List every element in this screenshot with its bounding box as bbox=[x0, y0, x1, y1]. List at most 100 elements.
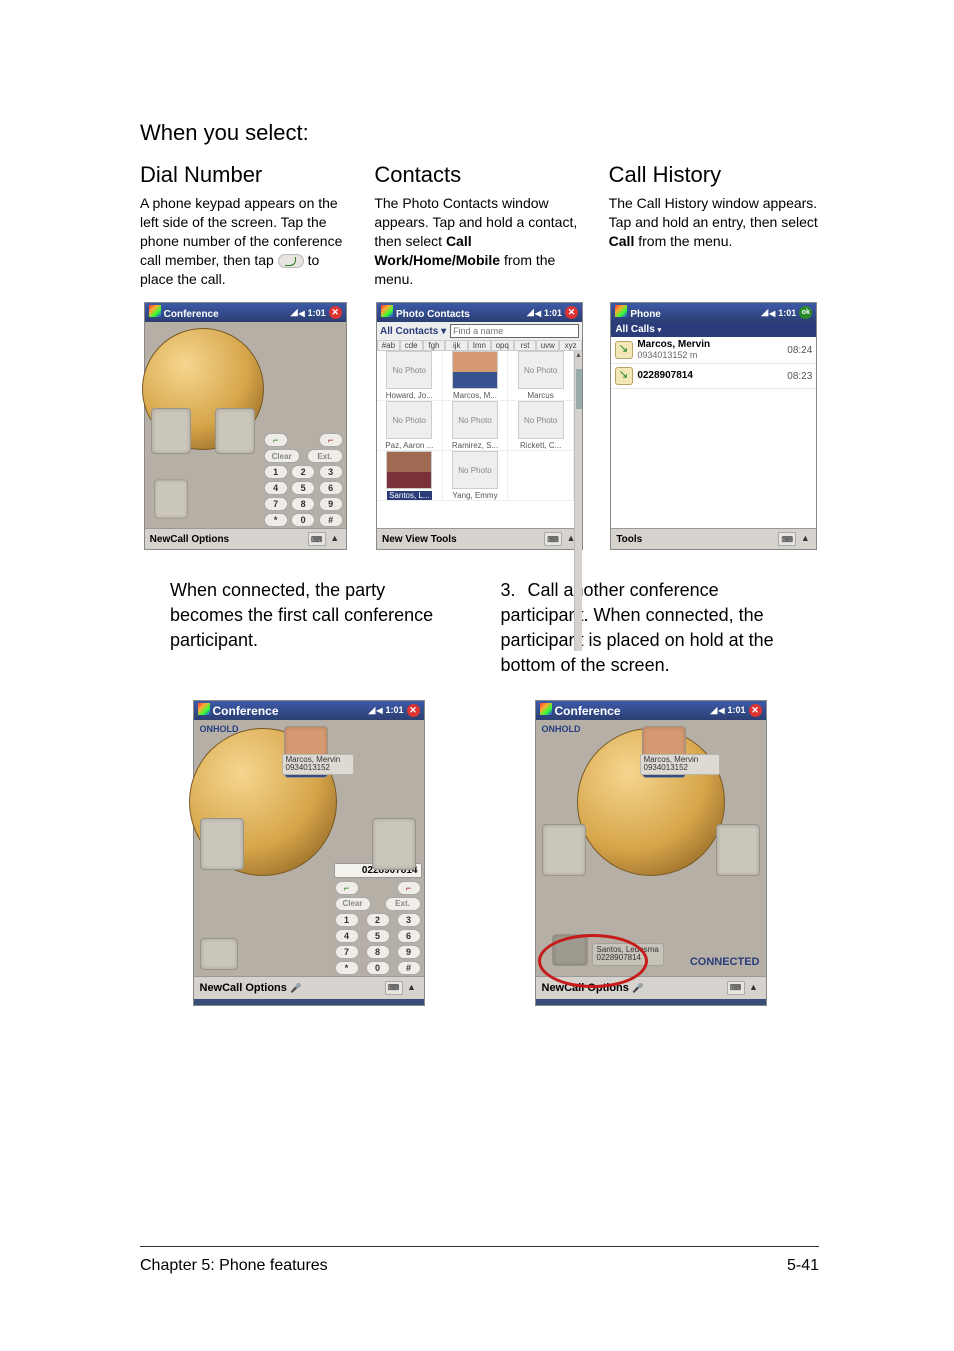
softkey-left[interactable]: NewCall Options bbox=[200, 982, 287, 994]
scroll-bar[interactable] bbox=[574, 351, 582, 651]
onhold-slot-photo[interactable] bbox=[552, 934, 588, 966]
key-2[interactable]: 2 bbox=[291, 465, 315, 479]
contact-cell[interactable]: Santos, L... bbox=[377, 451, 443, 501]
call-history-row[interactable]: 022890781408:23 bbox=[611, 364, 816, 389]
key-hash[interactable]: # bbox=[397, 961, 421, 975]
participant-slot[interactable] bbox=[151, 408, 191, 454]
key-6[interactable]: 6 bbox=[397, 929, 421, 943]
sip-icon[interactable]: ⌨ bbox=[308, 532, 326, 546]
close-icon[interactable]: ✕ bbox=[407, 704, 420, 717]
signal-icon bbox=[291, 307, 296, 318]
calls-filter-dropdown[interactable]: All Calls ▾ bbox=[611, 322, 816, 337]
participant-slot[interactable] bbox=[200, 818, 244, 870]
alpha-tab[interactable]: lmn bbox=[468, 340, 491, 351]
key-star[interactable]: * bbox=[335, 961, 359, 975]
alpha-tab[interactable]: cde bbox=[400, 340, 423, 351]
close-icon[interactable]: ✕ bbox=[329, 306, 342, 319]
col-contacts: Contacts The Photo Contacts window appea… bbox=[374, 162, 584, 288]
key-9[interactable]: 9 bbox=[397, 945, 421, 959]
history-body-text: The Call History window appears. Tap and… bbox=[609, 195, 818, 230]
close-icon[interactable]: ✕ bbox=[749, 704, 762, 717]
ext-key[interactable]: Ext. bbox=[307, 449, 343, 463]
contact-name: Howard, Jo... bbox=[386, 391, 433, 400]
alpha-tab[interactable]: xyz bbox=[559, 340, 582, 351]
softkey-left[interactable]: Tools bbox=[616, 534, 642, 545]
clear-key[interactable]: Clear bbox=[264, 449, 300, 463]
onhold-label: ONHOLD bbox=[200, 724, 239, 734]
ok-icon[interactable]: ok bbox=[799, 306, 812, 319]
key-5[interactable]: 5 bbox=[291, 481, 315, 495]
alpha-tab[interactable]: opq bbox=[491, 340, 514, 351]
participant-slot[interactable] bbox=[716, 824, 760, 876]
alpha-tab[interactable]: uvw bbox=[536, 340, 559, 351]
alpha-tab[interactable]: fgh bbox=[423, 340, 446, 351]
find-input[interactable] bbox=[450, 324, 579, 338]
contact-cell[interactable]: No PhotoRickett, C... bbox=[508, 401, 574, 451]
key-8[interactable]: 8 bbox=[366, 945, 390, 959]
contact-name: Rickett, C... bbox=[520, 441, 561, 450]
key-1[interactable]: 1 bbox=[335, 913, 359, 927]
key-8[interactable]: 8 bbox=[291, 497, 315, 511]
participant-name-tag: Marcos, Mervin0934013152 bbox=[282, 754, 354, 775]
talk-key[interactable]: ⌐ bbox=[335, 881, 359, 895]
window-title: Phone bbox=[630, 309, 661, 320]
participant-slot[interactable] bbox=[372, 818, 416, 870]
signal-icon bbox=[368, 705, 373, 716]
mute-icon[interactable]: 🎤 bbox=[632, 983, 643, 993]
participant-slot[interactable] bbox=[542, 824, 586, 876]
alpha-index[interactable]: #abcdefghijklmnopqrstuvwxyz bbox=[377, 340, 582, 351]
key-9[interactable]: 9 bbox=[319, 497, 343, 511]
softkey-left[interactable]: NewCall Options bbox=[150, 534, 229, 545]
participant-slot[interactable] bbox=[215, 408, 255, 454]
alpha-tab[interactable]: rst bbox=[514, 340, 537, 351]
sip-icon[interactable]: ⌨ bbox=[778, 532, 796, 546]
softkey-left[interactable]: NewCall Options bbox=[542, 982, 629, 994]
key-7[interactable]: 7 bbox=[264, 497, 288, 511]
close-icon[interactable]: ✕ bbox=[565, 306, 578, 319]
key-5[interactable]: 5 bbox=[366, 929, 390, 943]
contact-cell[interactable]: No PhotoRamirez, S... bbox=[443, 401, 509, 451]
key-0[interactable]: 0 bbox=[366, 961, 390, 975]
alpha-tab[interactable]: ijk bbox=[445, 340, 468, 351]
key-6[interactable]: 6 bbox=[319, 481, 343, 495]
sip-icon[interactable]: ⌨ bbox=[727, 981, 745, 995]
contact-cell[interactable]: No PhotoMarcus bbox=[508, 351, 574, 401]
window-title: Photo Contacts bbox=[396, 309, 470, 320]
key-1[interactable]: 1 bbox=[264, 465, 288, 479]
contact-cell[interactable]: No PhotoYang, Emmy bbox=[443, 451, 509, 501]
alpha-tab[interactable]: #ab bbox=[377, 340, 400, 351]
key-3[interactable]: 3 bbox=[319, 465, 343, 479]
onhold-slot[interactable] bbox=[154, 480, 188, 519]
key-4[interactable]: 4 bbox=[335, 929, 359, 943]
filter-dropdown[interactable]: All Contacts ▾ bbox=[380, 326, 446, 337]
contact-cell[interactable]: No PhotoHoward, Jo... bbox=[377, 351, 443, 401]
app-logo-icon bbox=[381, 305, 393, 317]
outgoing-call-icon bbox=[615, 341, 633, 359]
end-key[interactable]: ⌐ bbox=[319, 433, 343, 447]
clear-key[interactable]: Clear bbox=[335, 897, 371, 911]
key-0[interactable]: 0 bbox=[291, 513, 315, 527]
menu-up-icon[interactable]: ▲ bbox=[406, 981, 418, 993]
mute-icon[interactable]: 🎤 bbox=[290, 983, 301, 993]
talk-key[interactable]: ⌐ bbox=[264, 433, 288, 447]
key-7[interactable]: 7 bbox=[335, 945, 359, 959]
key-star[interactable]: * bbox=[264, 513, 288, 527]
sip-icon[interactable]: ⌨ bbox=[385, 981, 403, 995]
menu-up-icon[interactable]: ▲ bbox=[329, 532, 341, 544]
window-title: Conference bbox=[213, 704, 279, 718]
call-info: Marcos, Mervin0934013152 m bbox=[637, 340, 783, 360]
key-4[interactable]: 4 bbox=[264, 481, 288, 495]
end-key[interactable]: ⌐ bbox=[397, 881, 421, 895]
onhold-slot[interactable] bbox=[200, 938, 238, 970]
key-3[interactable]: 3 bbox=[397, 913, 421, 927]
contact-cell[interactable]: No PhotoPaz, Aaron ... bbox=[377, 401, 443, 451]
call-history-row[interactable]: Marcos, Mervin0934013152 m08:24 bbox=[611, 337, 816, 364]
key-2[interactable]: 2 bbox=[366, 913, 390, 927]
contact-cell[interactable]: Marcos, M... bbox=[443, 351, 509, 401]
ext-key[interactable]: Ext. bbox=[385, 897, 421, 911]
speaker-icon bbox=[535, 308, 541, 318]
key-hash[interactable]: # bbox=[319, 513, 343, 527]
screenshot-call-history: Phone 1:01 ok All Calls ▾ Marcos, Mervin… bbox=[610, 302, 817, 550]
menu-up-icon[interactable]: ▲ bbox=[799, 532, 811, 544]
menu-up-icon[interactable]: ▲ bbox=[748, 981, 760, 993]
